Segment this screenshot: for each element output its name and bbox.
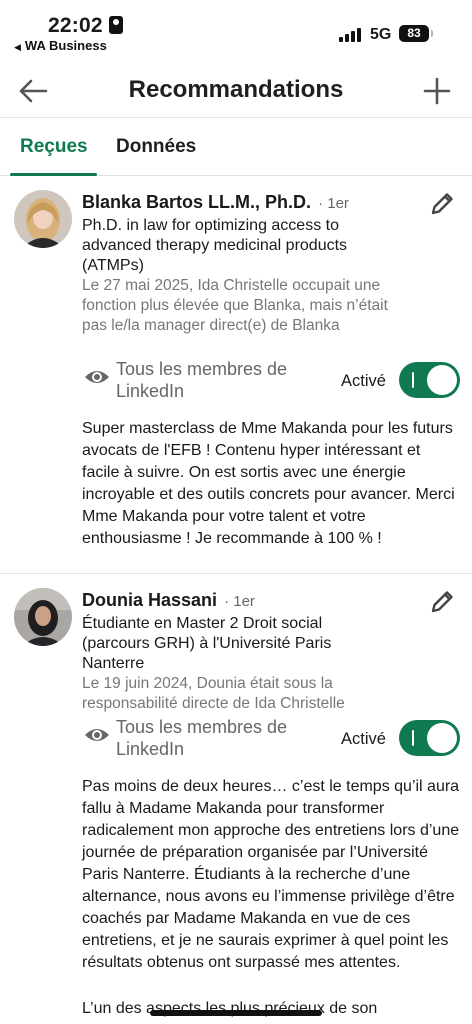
- network-type: 5G: [370, 26, 392, 43]
- visibility-label: Tous les membres de LinkedIn: [116, 717, 288, 759]
- tab-received[interactable]: Reçues: [20, 136, 88, 158]
- home-indicator[interactable]: [150, 1010, 322, 1016]
- plus-icon[interactable]: [422, 76, 452, 106]
- recommendation-card: Blanka Bartos LL.M., Ph.D. · 1er Ph.D. i…: [0, 176, 472, 574]
- recommender-name[interactable]: Dounia Hassani: [82, 590, 217, 610]
- toggle-knob: [427, 365, 457, 395]
- status-bar: 22:02 ◀ WA Business 5G 83: [0, 0, 472, 56]
- relationship-context: Le 19 juin 2024, Dounia était sous la re…: [82, 675, 345, 712]
- back-to-app-link[interactable]: ◀ WA Business: [14, 38, 107, 53]
- tab-bar: Reçues Données: [0, 118, 472, 176]
- visibility-label: Tous les membres de LinkedIn: [116, 359, 288, 401]
- contact-badge-icon: [109, 16, 123, 34]
- status-time: 22:02: [48, 14, 103, 37]
- recommender-name[interactable]: Blanka Bartos LL.M., Ph.D.: [82, 192, 311, 212]
- battery-tip: [431, 30, 433, 37]
- visibility-setting: Tous les membres de LinkedIn: [82, 716, 332, 760]
- pencil-icon[interactable]: [428, 190, 456, 218]
- back-triangle-icon: ◀: [14, 42, 21, 52]
- back-app-label: WA Business: [24, 38, 107, 53]
- pencil-icon[interactable]: [428, 588, 456, 616]
- visibility-setting: Tous les membres de LinkedIn: [82, 358, 332, 402]
- page-title: Recommandations: [128, 76, 344, 103]
- eye-icon: [85, 729, 109, 741]
- recommender-headline: Étudiante en Master 2 Droit social (parc…: [82, 615, 332, 672]
- toggle-on-mark: [412, 730, 414, 746]
- toggle-knob: [427, 723, 457, 753]
- status-label: Activé: [341, 372, 386, 390]
- connection-degree: · 1er: [318, 195, 349, 212]
- visibility-toggle[interactable]: [399, 720, 460, 756]
- status-label: Activé: [341, 730, 386, 748]
- eye-icon: [85, 371, 109, 383]
- avatar[interactable]: [14, 190, 72, 248]
- avatar[interactable]: [14, 588, 72, 646]
- recommender-headline: Ph.D. in law for optimizing access to ad…: [82, 217, 348, 274]
- battery-icon: 83: [399, 25, 429, 42]
- recommendation-card: Dounia Hassani · 1er Étudiante en Master…: [0, 574, 472, 1024]
- connection-degree: · 1er: [224, 593, 255, 610]
- cellular-signal-icon: [339, 28, 363, 42]
- app-header: Recommandations: [0, 62, 472, 118]
- recommender-name-line: Blanka Bartos LL.M., Ph.D. · 1er: [82, 192, 349, 213]
- visibility-toggle[interactable]: [399, 362, 460, 398]
- tab-given[interactable]: Données: [116, 136, 196, 158]
- recommendation-text: Pas moins de deux heures… c’est le temps…: [82, 778, 460, 971]
- toggle-on-mark: [412, 372, 414, 388]
- recommendation-text-continued: L’un des aspects les plus précieux de so…: [82, 1000, 378, 1017]
- relationship-context: Le 27 mai 2025, Ida Christelle occupait …: [82, 277, 388, 334]
- recommender-name-line: Dounia Hassani · 1er: [82, 590, 255, 611]
- recommendation-text: Super masterclass de Mme Makanda pour le…: [82, 420, 455, 547]
